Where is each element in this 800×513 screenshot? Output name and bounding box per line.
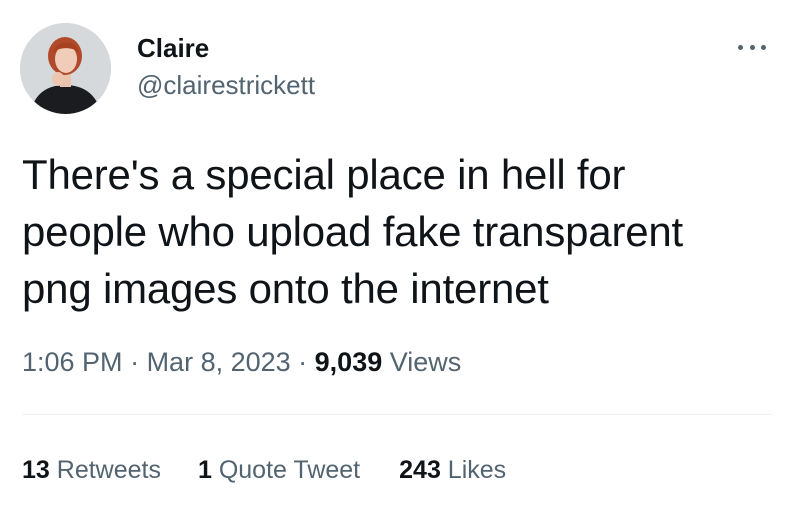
retweets-stat[interactable]: 13 Retweets: [22, 455, 161, 485]
more-dot: [738, 44, 743, 50]
likes-label: Likes: [440, 456, 507, 484]
tweet-metadata: 1:06 PM · Mar 8, 2023 · 9,039 Views: [22, 346, 461, 378]
likes-stat[interactable]: 243 Likes: [399, 455, 506, 485]
quotes-label: Quote Tweet: [211, 456, 361, 484]
more-dot: [749, 44, 755, 50]
likes-count: 243: [399, 456, 441, 484]
tweet-text: There's a special place in hell for peop…: [22, 146, 792, 317]
tweet-text-line: png images onto the internet: [22, 265, 549, 312]
tweet-text-line: There's a special place in hell for: [22, 151, 626, 198]
engagement-stats: 13 Retweets 1 Quote Tweet 243 Likes: [22, 455, 506, 485]
views-count: 9,039: [314, 347, 383, 377]
more-options-icon[interactable]: [734, 38, 770, 56]
tweet-time[interactable]: 1:06 PM: [22, 347, 123, 377]
author-handle[interactable]: @clairestrickett: [137, 70, 315, 100]
more-dot: [761, 44, 766, 50]
quotes-count: 1: [197, 456, 212, 484]
author-display-name[interactable]: Claire: [137, 33, 209, 63]
profile-photo-icon: [20, 23, 111, 114]
quote-tweets-stat[interactable]: 1 Quote Tweet: [198, 455, 360, 485]
divider: [22, 414, 772, 415]
tweet-date[interactable]: Mar 8, 2023: [147, 347, 291, 377]
retweets-count: 13: [22, 456, 50, 484]
avatar[interactable]: [20, 23, 111, 114]
tweet-text-line: people who upload fake transparent: [22, 208, 684, 255]
tweet-card: Claire @clairestrickett There's a specia…: [0, 0, 800, 513]
meta-separator: ·: [290, 347, 315, 377]
meta-separator: ·: [122, 347, 147, 377]
retweets-label: Retweets: [49, 456, 161, 484]
views-label: Views: [382, 347, 462, 377]
